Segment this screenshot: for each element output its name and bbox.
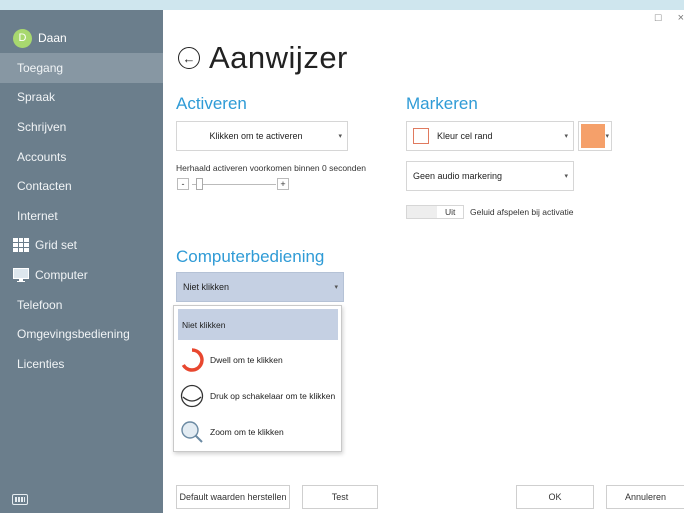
sidebar-item-telefoon[interactable]: Telefoon bbox=[0, 290, 163, 320]
dwell-icon bbox=[180, 347, 204, 372]
maximize-button[interactable]: □ bbox=[655, 12, 662, 24]
markeren-heading: Markeren bbox=[406, 94, 478, 113]
sidebar-item-accounts[interactable]: Accounts bbox=[0, 142, 163, 172]
increase-button[interactable]: + bbox=[277, 178, 289, 190]
sidebar-item-computer[interactable]: Computer bbox=[0, 260, 163, 290]
activeren-heading: Activeren bbox=[176, 94, 247, 113]
chevron-down-icon: ▾ bbox=[338, 133, 342, 140]
option-zoom-klikken[interactable]: Zoom om te klikken bbox=[178, 416, 338, 447]
keyboard-icon[interactable] bbox=[12, 494, 28, 505]
option-niet-klikken[interactable]: Niet klikken bbox=[178, 309, 338, 340]
zoom-icon bbox=[180, 420, 204, 444]
switch-icon bbox=[180, 384, 204, 408]
sound-label: Geluid afspelen bij activatie bbox=[470, 207, 574, 217]
repeat-slider-thumb[interactable] bbox=[196, 178, 203, 190]
user-name: Daan bbox=[38, 31, 67, 45]
color-picker[interactable]: ▾ bbox=[578, 121, 612, 151]
option-dwell-klikken[interactable]: Dwell om te klikken bbox=[178, 344, 338, 375]
computerbediening-heading: Computerbediening bbox=[176, 247, 325, 266]
user-profile[interactable]: D Daan bbox=[13, 28, 67, 48]
chevron-down-icon: ▾ bbox=[334, 284, 338, 291]
sidebar-item-toegang[interactable]: Toegang bbox=[0, 53, 163, 83]
sidebar-item-omgevingsbediening[interactable]: Omgevingsbediening bbox=[0, 319, 163, 349]
sidebar: D Daan Toegang Spraak Schrijven Accounts… bbox=[0, 10, 163, 513]
cell-border-icon bbox=[413, 128, 429, 144]
sidebar-nav: Toegang Spraak Schrijven Accounts Contac… bbox=[0, 53, 163, 379]
sidebar-item-internet[interactable]: Internet bbox=[0, 201, 163, 231]
color-swatch bbox=[581, 124, 605, 148]
test-button[interactable]: Test bbox=[302, 485, 378, 509]
option-schakelaar-klikken[interactable]: Druk op schakelaar om te klikken bbox=[178, 379, 338, 413]
toggle-state: Uit bbox=[445, 207, 456, 217]
back-arrow-icon[interactable]: ← bbox=[178, 47, 200, 69]
click-mode-dropdown[interactable]: Niet klikken ▾ bbox=[176, 272, 344, 302]
chevron-down-icon: ▾ bbox=[564, 173, 568, 180]
chevron-down-icon: ▾ bbox=[605, 133, 609, 140]
avatar: D bbox=[13, 28, 32, 48]
chevron-down-icon: ▾ bbox=[564, 133, 568, 140]
ok-button[interactable]: OK bbox=[516, 485, 594, 509]
highlight-style-dropdown[interactable]: Kleur cel rand ▾ bbox=[406, 121, 574, 151]
window-controls: □ × bbox=[655, 12, 684, 24]
activeren-dropdown[interactable]: Klikken om te activeren ▾ bbox=[176, 121, 348, 151]
sidebar-item-schrijven[interactable]: Schrijven bbox=[0, 112, 163, 142]
decrease-button[interactable]: - bbox=[177, 178, 189, 190]
close-button[interactable]: × bbox=[678, 12, 684, 24]
repeat-slider-track[interactable] bbox=[192, 184, 276, 185]
cancel-button[interactable]: Annuleren bbox=[606, 485, 684, 509]
sidebar-item-licenties[interactable]: Licenties bbox=[0, 349, 163, 379]
sidebar-item-contacten[interactable]: Contacten bbox=[0, 171, 163, 201]
audio-highlight-dropdown[interactable]: Geen audio markering ▾ bbox=[406, 161, 574, 191]
monitor-icon bbox=[13, 267, 29, 282]
sound-toggle[interactable]: Uit bbox=[406, 205, 464, 219]
grid-icon bbox=[13, 238, 29, 253]
repeat-label: Herhaald activeren voorkomen binnen 0 se… bbox=[176, 163, 366, 173]
sidebar-item-grid-set[interactable]: Grid set bbox=[0, 231, 163, 261]
reset-defaults-button[interactable]: Default waarden herstellen bbox=[176, 485, 290, 509]
click-mode-menu: Niet klikken Dwell om te klikken Druk op… bbox=[173, 305, 342, 452]
page-header: ← Aanwijzer bbox=[178, 40, 348, 76]
page-title: Aanwijzer bbox=[209, 40, 348, 75]
sidebar-item-spraak[interactable]: Spraak bbox=[0, 83, 163, 113]
settings-window: D Daan Toegang Spraak Schrijven Accounts… bbox=[0, 10, 684, 513]
